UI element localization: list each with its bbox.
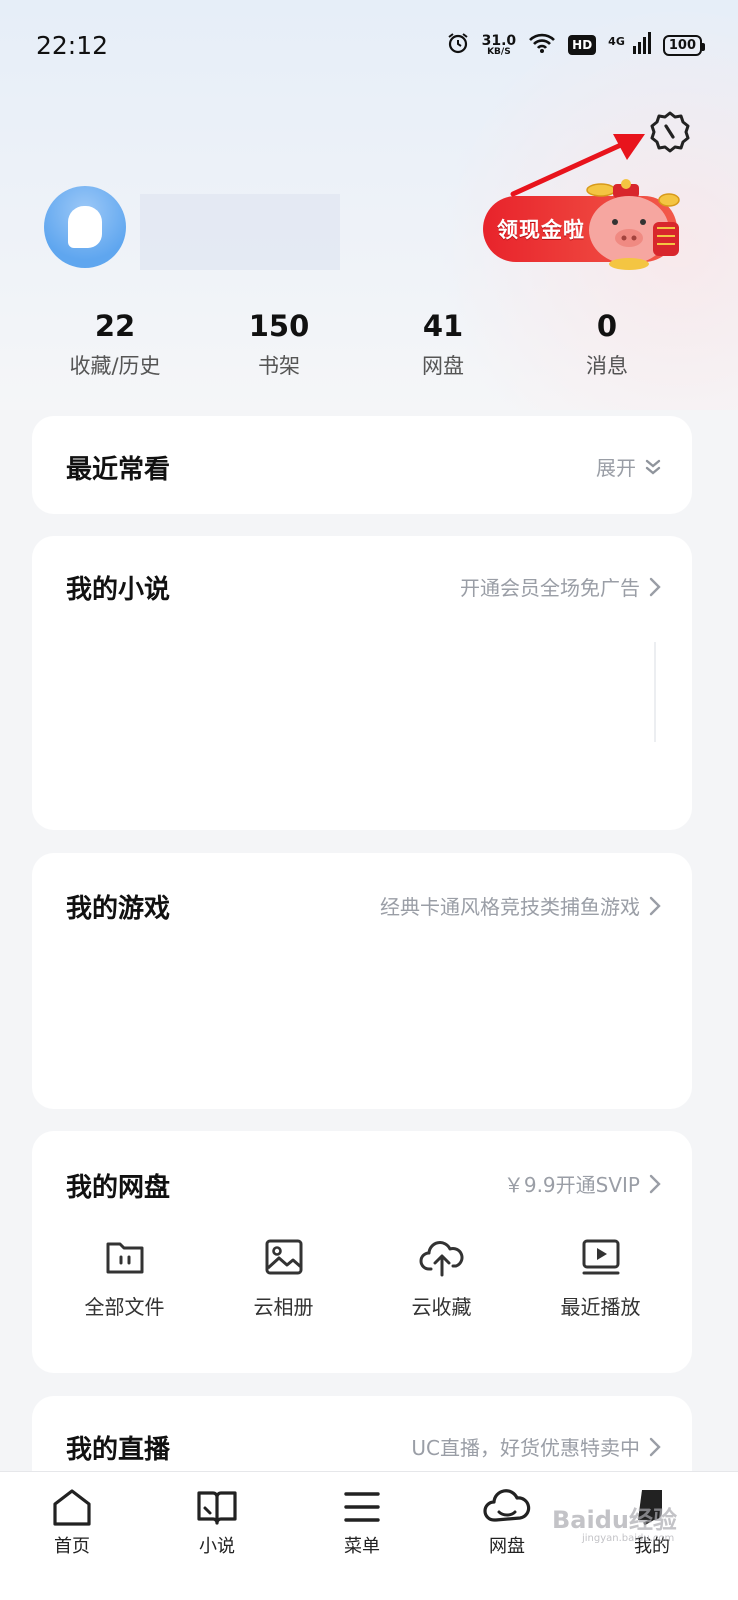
cloud-favorites-button[interactable]: 云收藏: [359, 1235, 524, 1320]
folder-icon: [106, 1242, 143, 1274]
double-chevron-down-icon: [645, 459, 661, 475]
photo-album-icon: [265, 1239, 302, 1275]
status-bar: 22:12 31.0 KB/S HD 4G 100: [0, 0, 738, 90]
username-placeholder[interactable]: [140, 194, 340, 270]
tab-netdisk[interactable]: 网盘: [447, 1486, 567, 1558]
novel-vip-link[interactable]: 开通会员全场免广告: [460, 572, 662, 601]
stats-row: 22 收藏/历史 150 书架 41 网盘 0 消息: [0, 308, 738, 388]
all-files-button[interactable]: 全部文件: [42, 1235, 207, 1320]
book-icon: [197, 1491, 237, 1525]
chevron-right-icon: [649, 1174, 661, 1193]
chevron-right-icon: [649, 577, 661, 596]
signal-icon: [632, 32, 651, 58]
stat-bookshelf[interactable]: 150 书架: [197, 308, 361, 380]
chevron-right-icon: [649, 1437, 661, 1456]
menu-icon: [344, 1492, 380, 1522]
status-time: 22:12: [36, 30, 109, 60]
scroll-indicator: [654, 642, 656, 742]
live-title: 我的直播: [66, 1435, 171, 1465]
novel-card: 我的小说 开通会员全场免广告: [32, 536, 692, 830]
recent-card: 最近常看 展开: [32, 416, 692, 514]
home-icon: [53, 1489, 91, 1526]
tab-home[interactable]: 首页: [12, 1486, 132, 1558]
recent-play-button[interactable]: 最近播放: [518, 1235, 683, 1320]
chevron-right-icon: [649, 896, 661, 915]
cloud-album-button[interactable]: 云相册: [201, 1235, 366, 1320]
stat-netdisk[interactable]: 41 网盘: [361, 308, 525, 380]
expand-button[interactable]: 展开: [596, 452, 662, 481]
game-title: 我的游戏: [66, 894, 171, 924]
svip-link[interactable]: ￥9.9开通SVIP: [504, 1169, 662, 1198]
battery-indicator: 100: [662, 34, 706, 56]
netdisk-card: 我的网盘 ￥9.9开通SVIP 全部文件 云相册 云收藏 最近播放: [32, 1131, 692, 1373]
tab-novel[interactable]: 小说: [157, 1486, 277, 1558]
alarm-icon: [446, 31, 470, 59]
stat-favorites-history[interactable]: 22 收藏/历史: [33, 308, 197, 380]
cloud-icon: [483, 1489, 531, 1522]
network-speed: 31.0 KB/S: [481, 32, 517, 57]
game-card: 我的游戏 经典卡通风格竞技类捕鱼游戏: [32, 853, 692, 1109]
status-icons: 31.0 KB/S HD 4G 100: [446, 31, 706, 59]
annotation-arrow: [510, 134, 645, 197]
baidu-watermark: Baidu经验 jingyan.baidu.com: [552, 1506, 677, 1544]
tab-menu[interactable]: 菜单: [302, 1486, 422, 1558]
cloud-upload-icon: [419, 1241, 463, 1277]
game-promo-link[interactable]: 经典卡通风格竞技类捕鱼游戏: [380, 891, 662, 920]
avatar[interactable]: [44, 186, 126, 268]
stat-messages[interactable]: 0 消息: [525, 308, 689, 380]
live-promo-link[interactable]: UC直播，好货优惠特卖中: [411, 1432, 662, 1461]
network-type: 4G: [608, 35, 625, 48]
promo-text: 领现金啦: [497, 218, 585, 242]
novel-title: 我的小说: [66, 575, 171, 605]
netdisk-title: 我的网盘: [66, 1173, 171, 1203]
recent-title: 最近常看: [66, 455, 171, 485]
hd-badge: HD: [568, 35, 597, 55]
wifi-icon: [528, 32, 556, 58]
video-play-icon: [582, 1239, 619, 1275]
netdisk-shortcuts: 全部文件 云相册 云收藏 最近播放: [32, 1235, 692, 1335]
